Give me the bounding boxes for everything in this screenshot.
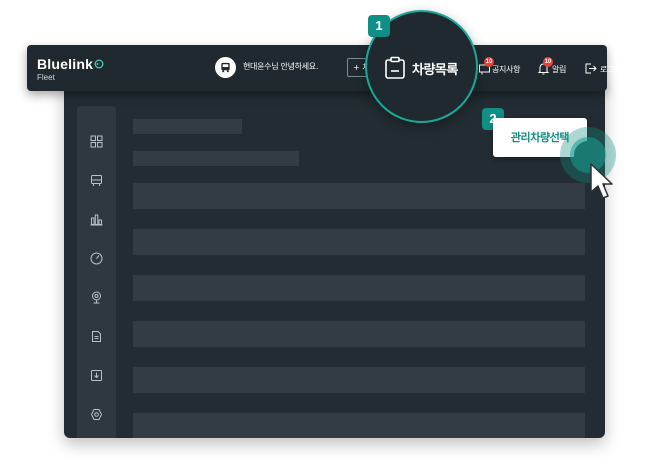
logout-button[interactable]: 로그아웃 — [584, 58, 629, 78]
logo-sub: Fleet — [37, 73, 55, 82]
cursor-arrow-icon — [590, 163, 613, 199]
skeleton-row — [133, 229, 585, 255]
alarm-button[interactable]: 10 알림 — [537, 57, 573, 78]
download-icon[interactable] — [90, 369, 103, 382]
notice-label: 공지사항 — [492, 65, 521, 74]
skeleton-row — [133, 321, 585, 347]
bluelink-fleet-logo[interactable]: Bluelink Fleet — [37, 54, 104, 82]
bus-icon[interactable] — [90, 174, 103, 187]
avatar[interactable] — [215, 57, 236, 78]
bar-chart-icon[interactable] — [90, 213, 103, 226]
notice-button[interactable]: 10 공지사항 — [478, 57, 528, 78]
step-1-badge: 1 — [368, 15, 390, 37]
settings-icon[interactable] — [90, 408, 103, 421]
logout-icon — [585, 63, 597, 74]
skeleton-row — [133, 413, 585, 438]
clipboard-icon — [385, 56, 405, 79]
logout-label: 로그아웃 — [600, 65, 629, 74]
skeleton-row — [133, 183, 585, 209]
skeleton-subtitle — [133, 151, 299, 166]
logo-mark-icon — [94, 59, 104, 69]
logo-name: Bluelink — [37, 56, 94, 72]
vehicle-list-button[interactable]: 차량목록 — [384, 56, 458, 80]
screenshot-stage: Bluelink Fleet 현대윤수님 안녕하세요. + 차 10 공지사항 … — [0, 0, 670, 472]
skeleton-title — [133, 119, 242, 134]
vehicle-list-label: 차량목록 — [412, 62, 458, 78]
gauge-icon[interactable] — [90, 252, 103, 265]
document-icon[interactable] — [90, 330, 103, 343]
skeleton-row — [133, 275, 585, 301]
top-header: Bluelink Fleet 현대윤수님 안녕하세요. + 차 10 공지사항 … — [27, 45, 629, 91]
user-greeting: 현대윤수님 안녕하세요. — [243, 62, 319, 71]
bus-avatar-icon — [221, 62, 230, 73]
skeleton-row — [133, 367, 585, 393]
location-icon[interactable] — [90, 291, 103, 304]
dashboard-icon[interactable] — [90, 135, 103, 148]
sidebar — [77, 106, 116, 438]
alarm-label: 알림 — [552, 65, 567, 74]
